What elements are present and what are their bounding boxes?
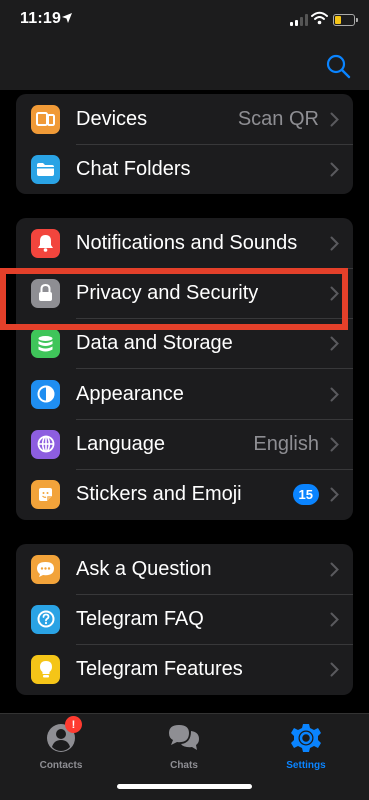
row-label: Chat Folders bbox=[76, 157, 191, 180]
chats-icon bbox=[167, 722, 201, 754]
battery-icon bbox=[333, 14, 358, 26]
chevron-right-icon bbox=[330, 662, 339, 677]
status-time: 11:19 bbox=[20, 10, 62, 27]
row-value: Scan QR bbox=[237, 107, 319, 130]
storage-icon bbox=[31, 329, 60, 359]
notification-badge: ! bbox=[65, 716, 82, 733]
chevron-right-icon bbox=[330, 387, 339, 402]
row-label: Devices bbox=[76, 107, 148, 130]
row-label: Stickers and Emoji bbox=[76, 483, 242, 506]
row-label: Notifications and Sounds bbox=[76, 231, 298, 254]
tab-contacts[interactable]: ! Contacts bbox=[21, 716, 101, 771]
row-label: Privacy and Security bbox=[76, 281, 259, 304]
home-indicator bbox=[117, 784, 252, 789]
row-data-storage[interactable]: Data and Storage bbox=[16, 319, 353, 369]
row-appearance[interactable]: Appearance bbox=[16, 369, 353, 420]
row-notifications[interactable]: Notifications and Sounds bbox=[16, 218, 353, 269]
row-label: Telegram Features bbox=[76, 658, 243, 681]
row-devices[interactable]: Devices Scan QR bbox=[16, 94, 353, 145]
chevron-right-icon bbox=[330, 562, 339, 577]
sticker-icon bbox=[31, 480, 60, 510]
wifi-icon bbox=[311, 11, 328, 25]
tab-label: Settings bbox=[286, 760, 326, 771]
chevron-right-icon bbox=[330, 162, 339, 177]
settings-gear-icon bbox=[289, 722, 323, 754]
row-value: English bbox=[253, 432, 319, 455]
settings-group-preferences: Notifications and Sounds Privacy and Sec… bbox=[16, 218, 353, 520]
settings-group-devices: Devices Scan QR Chat Folders bbox=[16, 94, 353, 194]
lock-icon bbox=[31, 278, 60, 308]
row-ask-question[interactable]: Ask a Question bbox=[16, 544, 353, 595]
chevron-right-icon bbox=[330, 487, 339, 502]
tab-label: Contacts bbox=[39, 760, 83, 771]
folder-icon bbox=[31, 154, 60, 184]
globe-icon bbox=[31, 429, 60, 459]
nav-bar bbox=[0, 44, 369, 90]
tab-settings[interactable]: Settings bbox=[266, 722, 346, 771]
tab-label: Chats bbox=[170, 760, 198, 771]
row-stickers-emoji[interactable]: Stickers and Emoji 15 bbox=[16, 469, 353, 519]
chevron-right-icon bbox=[330, 112, 339, 127]
chevron-right-icon bbox=[330, 236, 339, 251]
row-chat-folders[interactable]: Chat Folders bbox=[16, 144, 353, 194]
search-icon[interactable] bbox=[324, 52, 352, 80]
chat-bubble-icon bbox=[31, 554, 60, 584]
row-label: Language bbox=[76, 432, 165, 455]
lightbulb-icon bbox=[31, 655, 60, 685]
appearance-icon bbox=[31, 379, 60, 409]
chevron-right-icon bbox=[330, 612, 339, 627]
status-bar: 11:19 bbox=[0, 0, 369, 44]
row-telegram-faq[interactable]: Telegram FAQ bbox=[16, 594, 353, 645]
tab-chats[interactable]: Chats bbox=[144, 722, 224, 771]
devices-icon bbox=[31, 104, 60, 134]
settings-group-help: Ask a Question Telegram FAQ Telegram Fea… bbox=[16, 544, 353, 695]
bell-icon bbox=[31, 228, 60, 258]
chevron-right-icon bbox=[330, 437, 339, 452]
row-label: Data and Storage bbox=[76, 332, 233, 355]
location-arrow-icon bbox=[62, 13, 72, 23]
row-label: Ask a Question bbox=[76, 557, 212, 580]
contacts-icon: ! bbox=[44, 716, 82, 754]
row-language[interactable]: Language English bbox=[16, 419, 353, 470]
signal-icon bbox=[290, 14, 308, 26]
row-privacy-security[interactable]: Privacy and Security bbox=[16, 268, 353, 319]
row-telegram-features[interactable]: Telegram Features bbox=[16, 645, 353, 695]
chevron-right-icon bbox=[330, 336, 339, 351]
row-label: Telegram FAQ bbox=[76, 607, 204, 630]
chevron-right-icon bbox=[330, 286, 339, 301]
count-badge: 15 bbox=[292, 484, 319, 506]
row-label: Appearance bbox=[76, 382, 184, 405]
question-icon bbox=[31, 604, 60, 634]
